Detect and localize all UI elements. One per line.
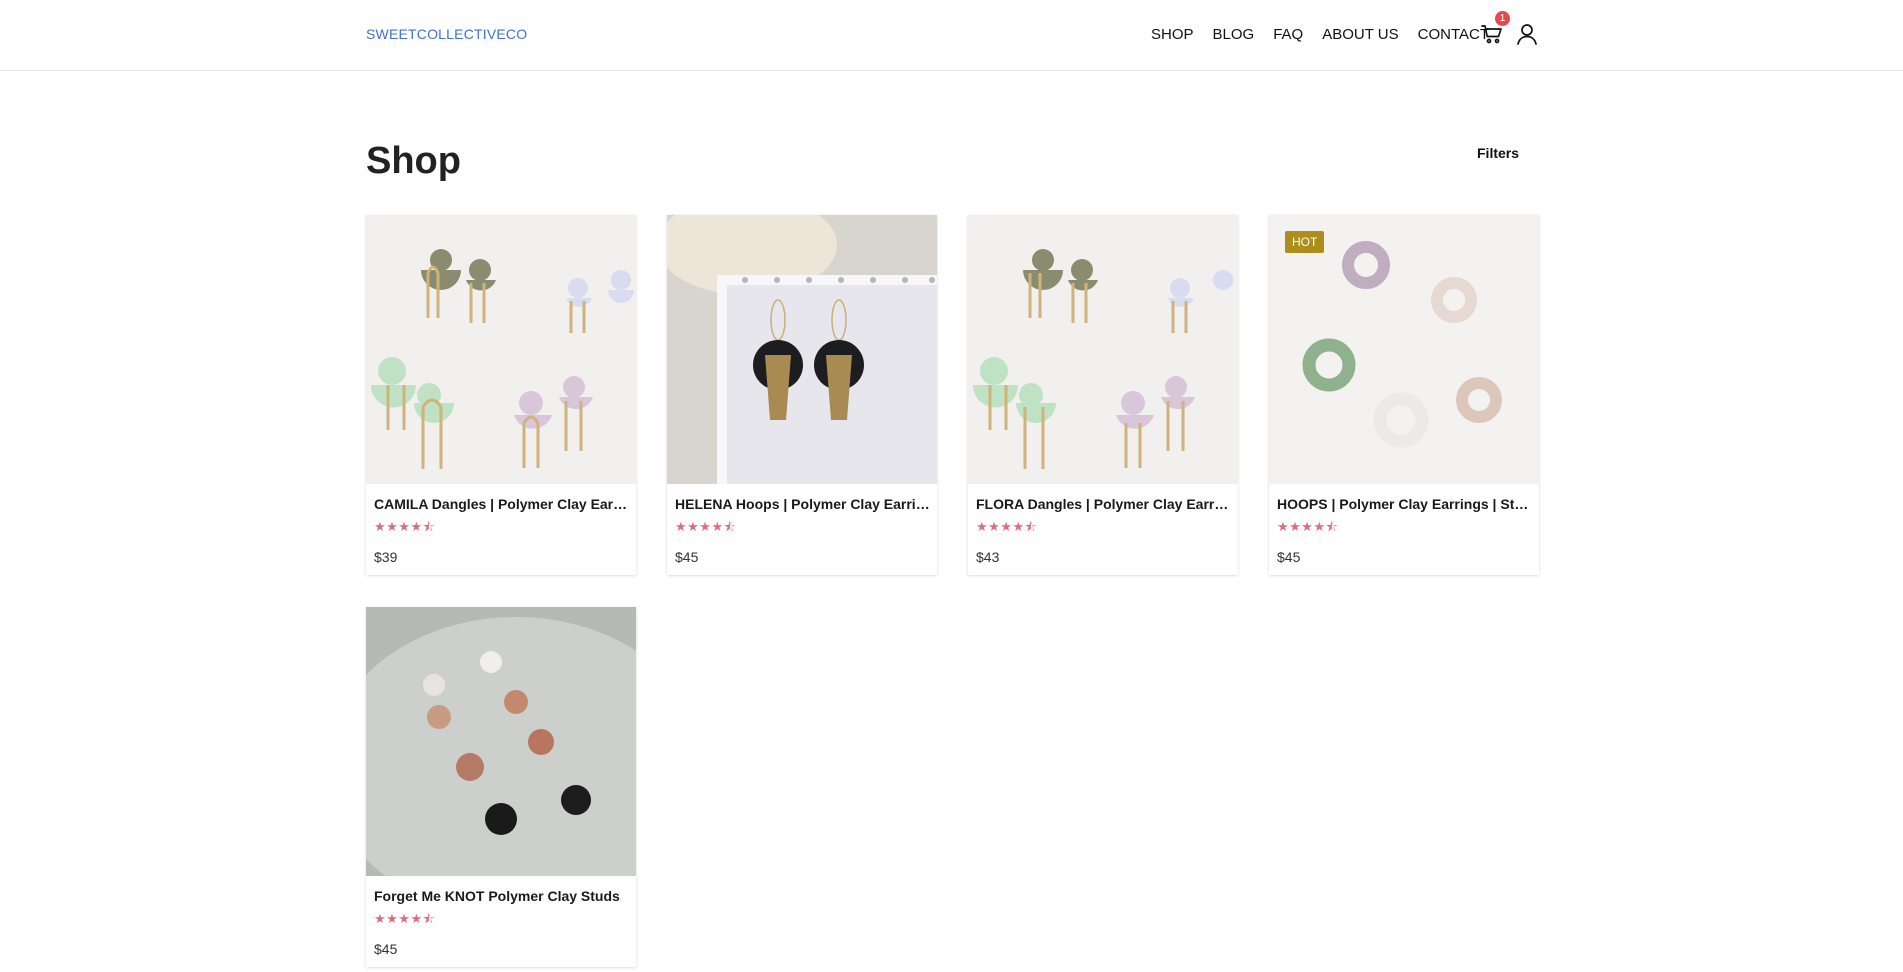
rating-stars: ★★★★⯪: [1277, 519, 1339, 534]
rating-stars: ★★★★⯪: [374, 911, 436, 926]
hot-badge: HOT: [1285, 231, 1325, 253]
product-card[interactable]: HELENA Hoops | Polymer Clay Earrings ★★★…: [667, 215, 937, 575]
product-price: $45: [675, 549, 699, 565]
rating-stars: ★★★★⯪: [976, 519, 1038, 534]
product-card[interactable]: HOT HOOPS | Polymer Clay Earrings | Stat…: [1269, 215, 1539, 575]
product-price: $39: [374, 549, 398, 565]
nav-shop[interactable]: SHOP: [1151, 26, 1194, 43]
rating-stars: ★★★★⯪: [374, 519, 436, 534]
nav-about-us[interactable]: ABOUT US: [1322, 26, 1398, 43]
nav-faq[interactable]: FAQ: [1273, 26, 1303, 43]
product-name[interactable]: HOOPS | Polymer Clay Earrings | Statemen…: [1277, 496, 1533, 512]
product-name[interactable]: CAMILA Dangles | Polymer Clay Earrings: [374, 496, 630, 512]
product-image[interactable]: [968, 215, 1238, 484]
site-logo[interactable]: SWEETCOLLECTIVECO: [366, 26, 527, 42]
product-name[interactable]: Forget Me KNOT Polymer Clay Studs: [374, 888, 630, 904]
product-image[interactable]: [366, 215, 636, 484]
page-title: Shop: [366, 140, 461, 182]
cart-count-badge: 1: [1495, 11, 1510, 26]
filters-button[interactable]: Filters: [1477, 145, 1519, 161]
product-card[interactable]: FLORA Dangles | Polymer Clay Earrings ★★…: [968, 215, 1238, 575]
product-price: $45: [374, 941, 398, 957]
user-icon[interactable]: [1515, 22, 1539, 46]
product-price: $45: [1277, 549, 1301, 565]
rating-stars: ★★★★⯪: [675, 519, 737, 534]
product-card[interactable]: CAMILA Dangles | Polymer Clay Earrings ★…: [366, 215, 636, 575]
product-image[interactable]: [667, 215, 937, 484]
nav-blog[interactable]: BLOG: [1213, 26, 1255, 43]
product-card[interactable]: Forget Me KNOT Polymer Clay Studs ★★★★⯪ …: [366, 607, 636, 967]
product-price: $43: [976, 549, 1000, 565]
main-nav: SHOP BLOG FAQ ABOUT US CONTACT: [1151, 26, 1508, 43]
product-image[interactable]: HOT: [1269, 215, 1539, 484]
product-image[interactable]: [366, 607, 636, 876]
product-name[interactable]: FLORA Dangles | Polymer Clay Earrings: [976, 496, 1232, 512]
nav-contact[interactable]: CONTACT: [1418, 26, 1489, 43]
product-name[interactable]: HELENA Hoops | Polymer Clay Earrings: [675, 496, 931, 512]
top-navigation-bar: SWEETCOLLECTIVECO SHOP BLOG FAQ ABOUT US…: [0, 0, 1903, 71]
